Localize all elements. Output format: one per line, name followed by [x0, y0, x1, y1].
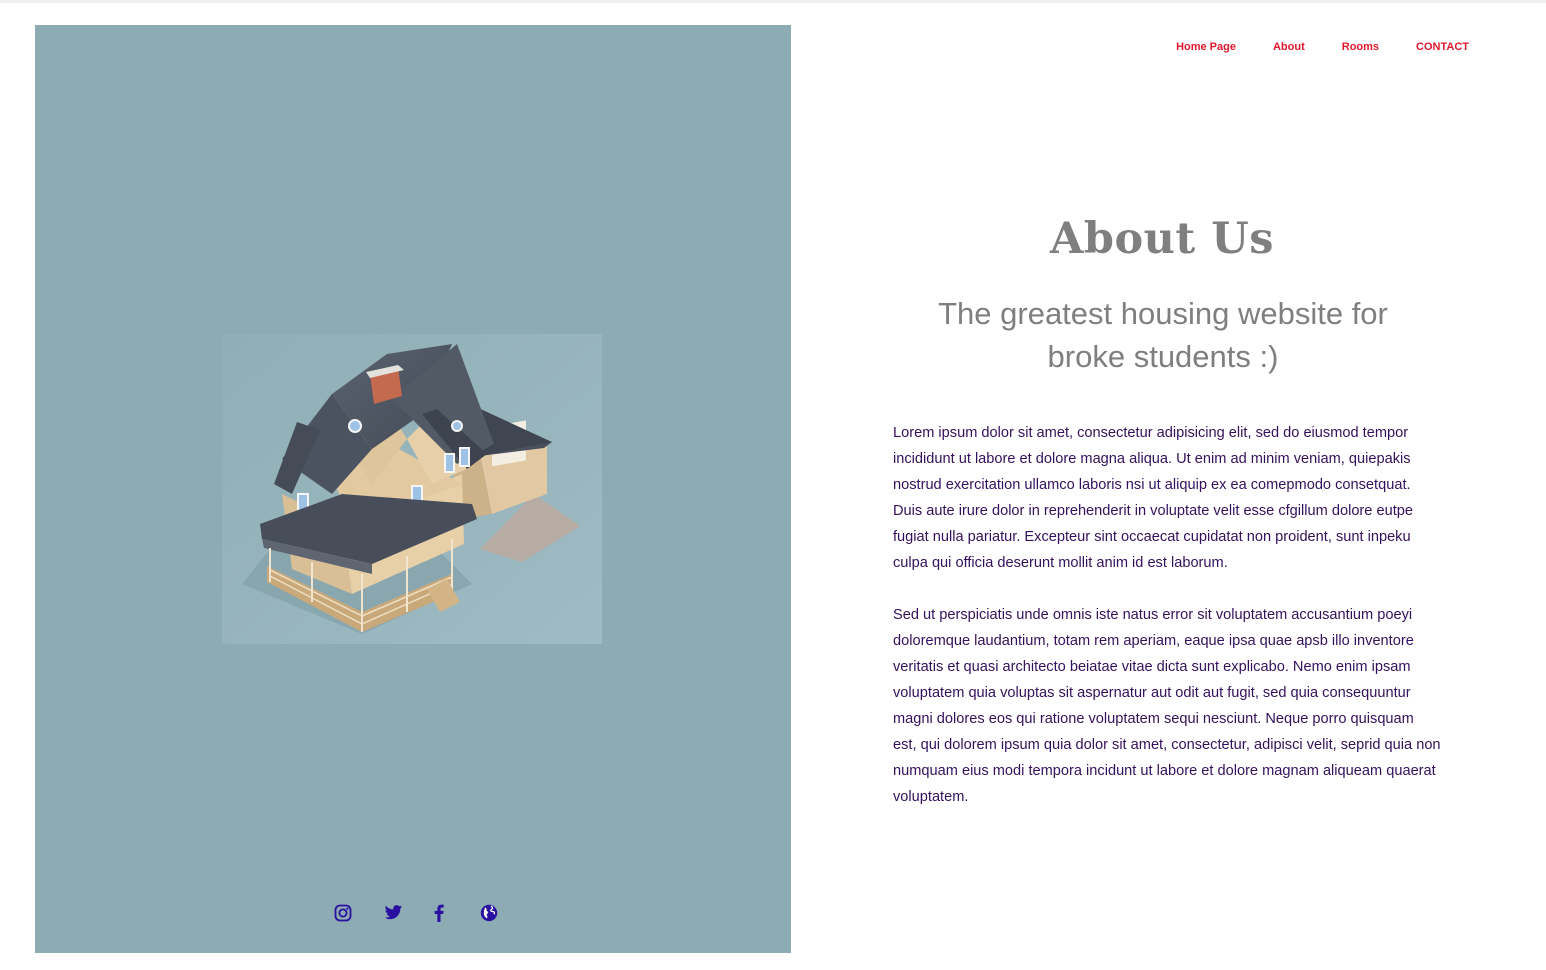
page-title: About Us — [1050, 214, 1274, 264]
house-image — [222, 334, 602, 644]
page-subtitle: The greatest housing website for broke s… — [938, 296, 1388, 374]
facebook-icon[interactable] — [427, 901, 451, 925]
nav-rooms[interactable]: Rooms — [1342, 41, 1379, 53]
twitter-icon[interactable] — [381, 901, 405, 925]
globe-icon[interactable] — [477, 901, 501, 925]
about-paragraph-2: Sed ut perspiciatis unde omnis iste natu… — [893, 607, 1441, 805]
top-rule — [0, 0, 1546, 3]
social-links — [331, 901, 501, 925]
nav-home-page[interactable]: Home Page — [1176, 41, 1236, 53]
hero-panel — [35, 25, 791, 953]
nav-about[interactable]: About — [1273, 41, 1305, 53]
nav-contact[interactable]: CONTACT — [1416, 41, 1469, 53]
about-paragraph-1: Lorem ipsum dolor sit amet, consectetur … — [893, 425, 1413, 571]
main-nav: Home Page About Rooms CONTACT — [1176, 41, 1469, 53]
instagram-icon[interactable] — [331, 901, 355, 925]
